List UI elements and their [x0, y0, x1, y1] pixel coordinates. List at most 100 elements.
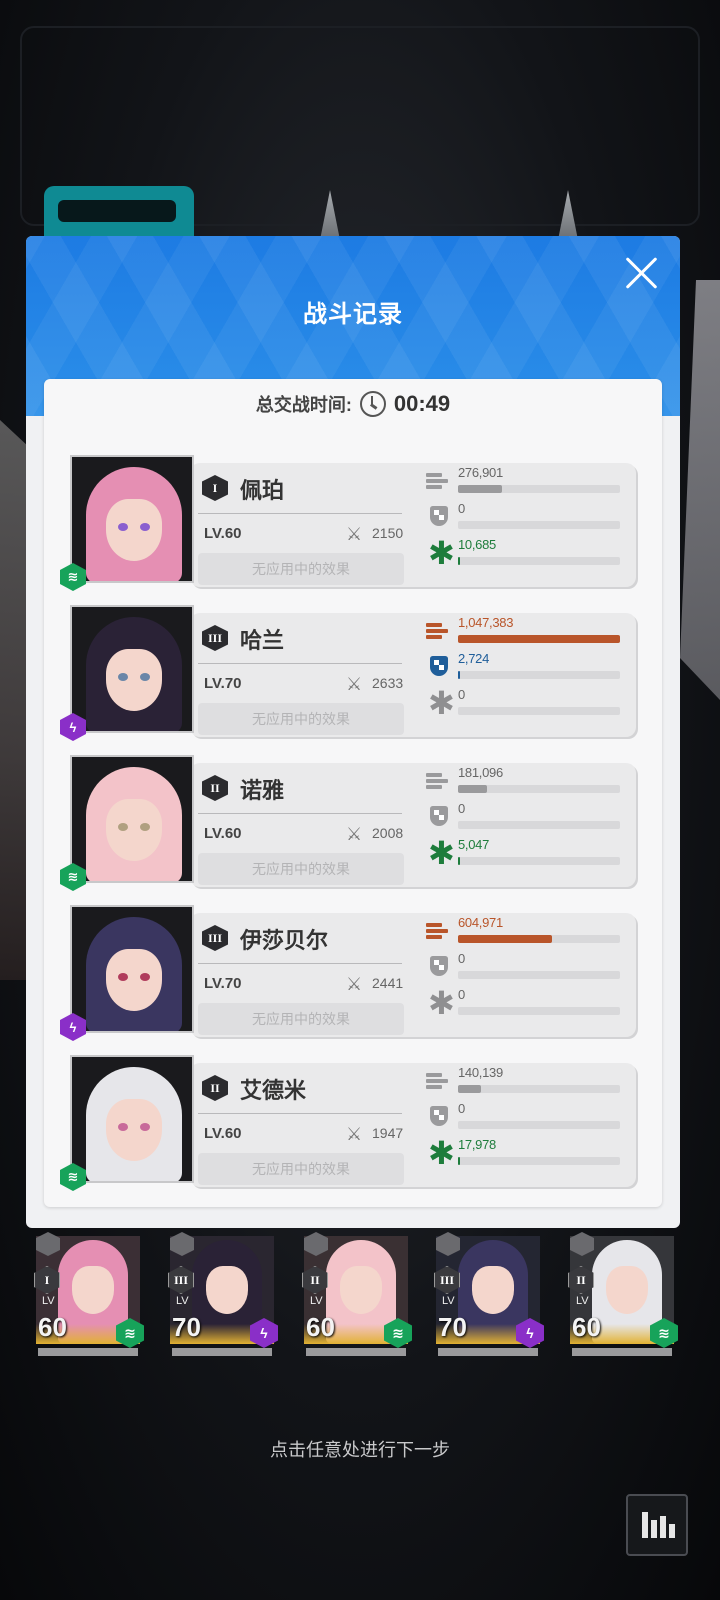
effect-status: 无应用中的效果 — [198, 703, 404, 735]
character-row[interactable]: ϟ III 哈兰 LV.70 ⚔ 2633 无应用中的效果 1,047,383 … — [60, 605, 636, 741]
heal-bar-fill — [458, 857, 460, 865]
character-portrait — [70, 605, 194, 733]
portrait-face — [72, 1266, 114, 1314]
heal-icon-glyph: ✱ — [428, 685, 455, 721]
level-label: LV — [576, 1295, 589, 1307]
damage-bar-fill — [458, 935, 552, 943]
damage-bar — [458, 635, 620, 643]
close-button[interactable] — [624, 256, 658, 290]
heal-value: 10,685 — [458, 537, 496, 552]
damage-bar-fill — [458, 785, 488, 793]
shield-icon — [426, 655, 452, 677]
character-portrait — [70, 905, 194, 1033]
damage-icon-part — [426, 1073, 442, 1077]
squad-level: 60 — [572, 1312, 601, 1342]
heal-icon: ✱ — [426, 1137, 455, 1169]
shield-value: 0 — [458, 951, 465, 966]
character-portrait — [70, 1055, 194, 1183]
total-time-label: 总交战时间: — [255, 395, 352, 415]
portrait-face — [106, 499, 162, 561]
portrait-face — [606, 1266, 648, 1314]
heal-value: 0 — [458, 687, 465, 702]
portrait-face — [340, 1266, 382, 1314]
damage-icon-part — [426, 785, 442, 789]
damage-icon — [426, 1071, 452, 1093]
crossed-swords-icon: ⚔ — [346, 674, 363, 694]
shield-icon-shape — [430, 656, 448, 676]
damage-icon-part — [426, 629, 448, 633]
character-level: LV.70 — [204, 675, 242, 692]
shield-icon-shape — [430, 506, 448, 526]
character-name: 佩珀 — [240, 478, 285, 503]
continue-hint[interactable]: 点击任意处进行下一步 — [0, 1436, 720, 1462]
damage-icon-part — [426, 779, 448, 783]
stats-button[interactable] — [626, 1494, 688, 1556]
heal-icon-glyph: ✱ — [428, 835, 455, 871]
damage-icon-part — [426, 485, 442, 489]
shield-bar — [458, 971, 620, 979]
portrait-face — [206, 1266, 248, 1314]
level-label: LV — [42, 1295, 55, 1307]
character-name: 艾德米 — [240, 1078, 307, 1103]
damage-icon-part — [426, 773, 442, 777]
clock-icon — [359, 391, 386, 417]
bar-chart-icon-bar — [660, 1516, 666, 1538]
combat-power: 1947 — [372, 1125, 404, 1141]
crossed-swords-icon: ⚔ — [346, 524, 363, 544]
divider — [198, 663, 402, 664]
level-label: LV — [176, 1295, 189, 1307]
heal-icon-glyph: ✱ — [428, 985, 455, 1021]
character-row[interactable]: ≋ I 佩珀 LV.60 ⚔ 2150 无应用中的效果 276,901 0 ✱ … — [60, 455, 636, 591]
damage-value: 1,047,383 — [458, 615, 514, 630]
shield-icon-shape — [430, 956, 448, 976]
shield-value: 0 — [458, 801, 465, 816]
level-label: LV — [310, 1295, 323, 1307]
heal-icon-glyph: ✱ — [428, 1135, 455, 1171]
squad-member[interactable]: II LV 60 ≋ — [300, 1232, 412, 1356]
heal-icon: ✱ — [426, 537, 455, 569]
portrait-face — [106, 799, 162, 861]
shield-value: 0 — [458, 501, 465, 516]
damage-icon — [426, 921, 452, 943]
shield-bar — [458, 521, 620, 529]
character-level: LV.60 — [204, 1125, 242, 1142]
squad-member[interactable]: III LV 70 ϟ — [166, 1232, 278, 1356]
heal-icon: ✱ — [426, 837, 455, 869]
total-time-value: 00:49 — [393, 391, 451, 416]
heal-bar — [458, 707, 620, 715]
character-name: 诺雅 — [240, 778, 285, 803]
combat-power: 2633 — [372, 675, 404, 691]
character-level: LV.60 — [204, 525, 242, 542]
portrait-eye — [140, 823, 150, 831]
shield-icon — [426, 955, 452, 977]
character-row[interactable]: ≋ II 艾德米 LV.60 ⚔ 1947 无应用中的效果 140,139 0 … — [60, 1055, 636, 1191]
damage-icon-part — [426, 923, 442, 927]
background-tab — [44, 186, 194, 236]
squad-member[interactable]: I LV 60 ≋ — [32, 1232, 144, 1356]
character-level: LV.70 — [204, 975, 242, 992]
character-row[interactable]: ϟ III 伊莎贝尔 LV.70 ⚔ 2441 无应用中的效果 604,971 … — [60, 905, 636, 1041]
shield-bar-fill — [458, 671, 460, 679]
squad-member[interactable]: III LV 70 ϟ — [432, 1232, 544, 1356]
portrait-eye — [118, 1123, 128, 1131]
damage-value: 276,901 — [458, 465, 503, 480]
battle-record-modal: 战斗记录 总交战时间: 00:49 ≋ I 佩珀 LV.60 ⚔ 2150 无应… — [26, 236, 680, 1228]
squad-member[interactable]: II LV 60 ≋ — [566, 1232, 678, 1356]
character-row[interactable]: ≋ II 诺雅 LV.60 ⚔ 2008 无应用中的效果 181,096 0 ✱… — [60, 755, 636, 891]
damage-icon — [426, 471, 452, 493]
heal-value: 0 — [458, 987, 465, 1002]
damage-icon-part — [426, 479, 448, 483]
combat-power: 2441 — [372, 975, 404, 991]
portrait-eye — [118, 673, 128, 681]
squad-hp-bar — [572, 1348, 672, 1356]
divider — [198, 513, 402, 514]
crossed-swords-icon: ⚔ — [346, 824, 363, 844]
damage-icon — [426, 771, 452, 793]
bar-chart-icon-bar — [651, 1520, 657, 1538]
shield-icon-shape — [430, 806, 448, 826]
shield-value: 0 — [458, 1101, 465, 1116]
bar-chart-icon-bar — [669, 1524, 675, 1538]
damage-icon-part — [426, 929, 448, 933]
heal-bar — [458, 1157, 620, 1165]
effect-status: 无应用中的效果 — [198, 1153, 404, 1185]
